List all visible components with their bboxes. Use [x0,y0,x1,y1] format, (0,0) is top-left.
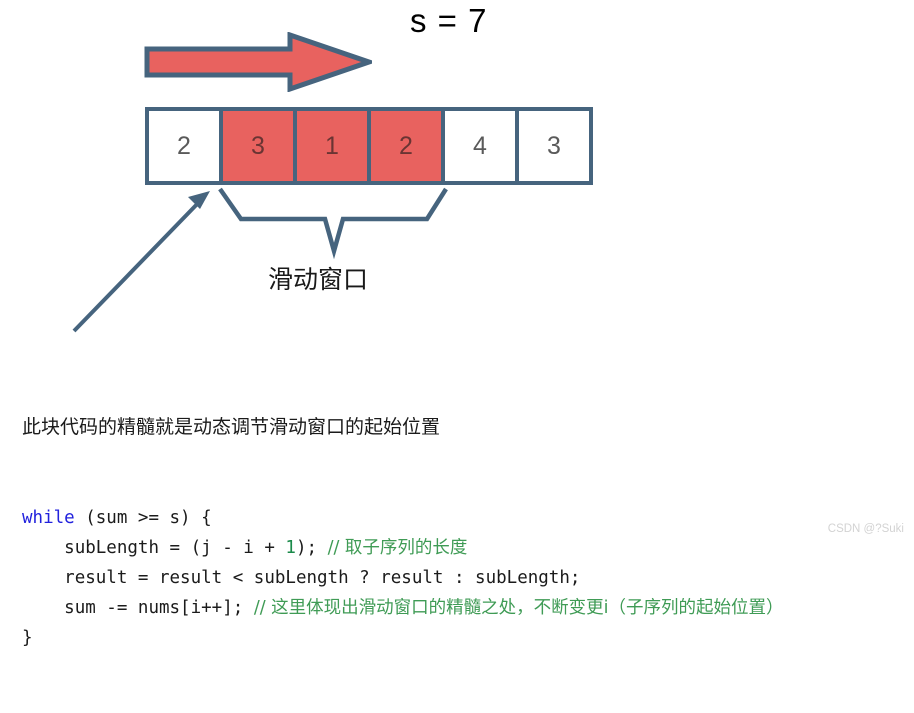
target-sum-label: s = 7 [410,2,488,39]
code-token: result = result < subLength ? result : s… [64,568,581,588]
code-line: sum -= nums[i++]; // 这里体现出滑动窗口的精髓之处，不断变更… [22,593,784,623]
array-cell-value: 2 [177,131,191,160]
array-cell-value: 3 [251,131,265,160]
right-arrow-icon [144,32,372,92]
code-token: ); [295,538,328,558]
array-cell: 4 [445,111,519,181]
curly-brace-down-icon [218,187,448,260]
code-token: 1 [285,538,296,558]
code-token: // 取子序列的长度 [327,538,468,558]
watermark: CSDN @?Suki [827,523,904,535]
array-cell: 2 [149,111,223,181]
array-table: 2 3 1 2 4 3 [145,107,593,185]
code-line: } [22,623,784,653]
code-token: subLength = (j - i + [64,538,286,558]
array-cell-value: 3 [547,131,561,160]
array-cell: 1 [297,111,371,181]
code-lines: while (sum >= s) { subLength = (j - i + … [22,503,784,653]
code-token: } [22,628,33,648]
code-line: while (sum >= s) { [22,503,784,533]
array-cell-value: 1 [325,131,339,160]
array-cell: 2 [371,111,445,181]
code-token: (sum >= s) { [74,508,212,528]
array-cell: 3 [223,111,297,181]
diagonal-arrow-icon [72,191,210,333]
code-line: subLength = (j - i + 1); // 取子序列的长度 [22,533,784,563]
code-token: sum -= nums[i++]; [64,598,254,618]
code-block: 此块代码的精髓就是动态调节滑动窗口的起始位置 while (sum >= s) … [22,353,784,713]
code-line: result = result < subLength ? result : s… [22,563,784,593]
array-cell-value: 4 [473,131,487,160]
array-cell: 3 [519,111,589,181]
code-token: while [22,508,75,528]
sliding-window-label: 滑动窗口 [268,266,369,294]
code-note: 此块代码的精髓就是动态调节滑动窗口的起始位置 [22,417,441,438]
array-cell-value: 2 [399,131,413,160]
diagram-canvas: s = 7 2 3 1 2 4 3 滑动窗口 此块代码的精髓就是动态调节滑动窗口… [0,0,914,648]
code-token: // 这里体现出滑动窗口的精髓之处，不断变更i（子序列的起始位置） [253,598,784,618]
